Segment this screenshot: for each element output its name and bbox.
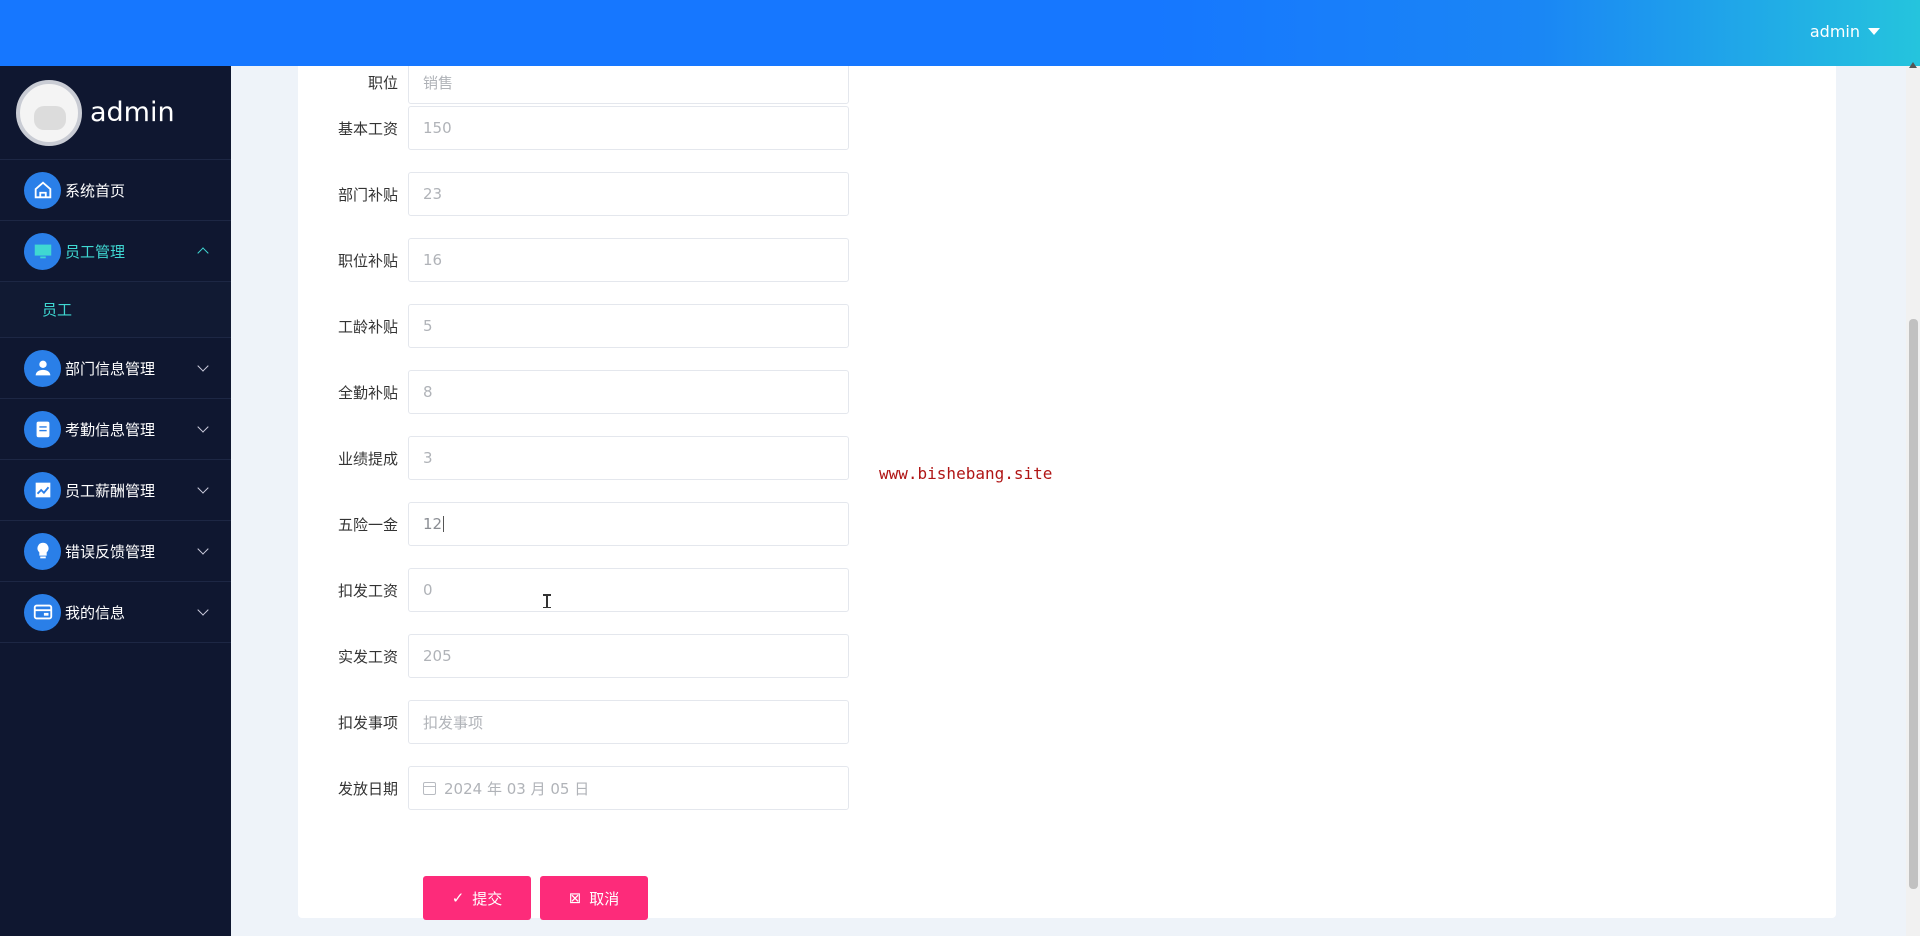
form-row-deduction: 扣发工资 0 — [298, 568, 849, 612]
check-icon: ✓ — [451, 889, 465, 907]
avatar — [16, 79, 82, 146]
pay-date-value: 2024 年 03 月 05 日 — [444, 779, 590, 798]
attendance-allowance-field[interactable]: 8 — [408, 370, 849, 414]
form-row-pay-date: 发放日期 2024 年 03 月 05 日 — [298, 766, 849, 810]
position-field[interactable]: 销售 — [408, 60, 849, 104]
watermark-text: www.bishebang.site — [879, 464, 1053, 483]
sidebar-subitem-label: 员工 — [42, 301, 73, 319]
sidebar-item-feedback[interactable]: 错误反馈管理 — [0, 521, 231, 582]
field-label: 职位补贴 — [337, 251, 398, 270]
salary-form-card: 职位 销售 基本工资 150 部门补贴 23 职位补贴 16 工龄补贴 5 全勤… — [298, 40, 1836, 920]
deduction-reason-field[interactable]: 扣发事项 — [408, 700, 849, 744]
pay-date-field[interactable]: 2024 年 03 月 05 日 — [408, 766, 849, 810]
chevron-down-icon — [197, 543, 209, 555]
form-row-commission: 业绩提成 3 — [298, 436, 849, 480]
sidebar-item-employee-management[interactable]: 员工管理 — [0, 221, 231, 282]
sidebar-item-my-info[interactable]: 我的信息 — [0, 582, 231, 643]
sidebar-username: admin — [90, 97, 175, 128]
text-caret — [443, 516, 445, 532]
sidebar-item-label: 考勤信息管理 — [65, 420, 156, 439]
chevron-down-icon — [197, 482, 209, 494]
sidebar-subitem-employee[interactable]: 员工 — [0, 282, 231, 338]
form-row-base-salary: 基本工资 150 — [298, 106, 849, 150]
cancel-label: 取消 — [589, 889, 620, 908]
field-label: 基本工资 — [337, 119, 398, 138]
submit-label: 提交 — [472, 889, 503, 908]
chart-icon — [24, 471, 61, 509]
sidebar-item-label: 我的信息 — [65, 603, 126, 622]
form-row-net-salary: 实发工资 205 — [298, 634, 849, 678]
seniority-allowance-field[interactable]: 5 — [408, 304, 849, 348]
sidebar-header: admin — [0, 66, 231, 160]
sidebar: admin 系统首页 员工管理 员工 部门信息管理 考勤信息管理 员工薪酬管理 … — [0, 66, 231, 936]
field-label: 工龄补贴 — [337, 317, 398, 336]
sidebar-item-label: 员工管理 — [65, 242, 126, 261]
scrollbar-thumb[interactable] — [1909, 319, 1918, 889]
position-allowance-field[interactable]: 16 — [408, 238, 849, 282]
sidebar-item-label: 员工薪酬管理 — [65, 481, 156, 500]
user-menu[interactable]: admin — [1810, 22, 1880, 41]
scroll-up-arrow-icon[interactable] — [1909, 62, 1917, 68]
calendar-icon — [423, 781, 436, 795]
sidebar-item-label: 系统首页 — [65, 181, 126, 200]
clipboard-icon — [24, 410, 61, 448]
form-row-deduction-reason: 扣发事项 扣发事项 — [298, 700, 849, 744]
insurance-value: 12 — [423, 515, 443, 533]
field-label: 发放日期 — [337, 779, 398, 798]
form-row-seniority-allowance: 工龄补贴 5 — [298, 304, 849, 348]
sidebar-item-attendance[interactable]: 考勤信息管理 — [0, 399, 231, 460]
field-label: 五险一金 — [337, 515, 398, 534]
card-icon — [24, 593, 61, 631]
base-salary-field[interactable]: 150 — [408, 106, 849, 150]
bulb-icon — [24, 532, 61, 570]
form-row-attendance-allowance: 全勤补贴 8 — [298, 370, 849, 414]
net-salary-field[interactable]: 205 — [408, 634, 849, 678]
top-bar: admin — [0, 0, 1920, 66]
sidebar-item-label: 部门信息管理 — [65, 359, 156, 378]
dept-allowance-field[interactable]: 23 — [408, 172, 849, 216]
deduction-field[interactable]: 0 — [408, 568, 849, 612]
field-label: 职位 — [367, 73, 398, 92]
close-box-icon: ⊠ — [568, 889, 582, 907]
caret-down-icon — [1868, 28, 1880, 35]
ibeam-cursor-icon — [543, 594, 551, 608]
scrollbar[interactable] — [1906, 66, 1920, 936]
submit-button[interactable]: ✓ 提交 — [423, 876, 531, 920]
user-name: admin — [1809, 22, 1860, 41]
field-label: 扣发事项 — [337, 713, 398, 732]
chevron-down-icon — [197, 604, 209, 616]
cancel-button[interactable]: ⊠ 取消 — [540, 876, 648, 920]
form-row-dept-allowance: 部门补贴 23 — [298, 172, 849, 216]
sidebar-item-department[interactable]: 部门信息管理 — [0, 338, 231, 399]
chevron-up-icon — [197, 247, 209, 259]
form-row-insurance: 五险一金 12 — [298, 502, 849, 546]
monitor-icon — [24, 232, 61, 270]
form-row-position-allowance: 职位补贴 16 — [298, 238, 849, 282]
chevron-down-icon — [197, 360, 209, 372]
chevron-down-icon — [197, 421, 209, 433]
sidebar-item-salary[interactable]: 员工薪酬管理 — [0, 460, 231, 521]
person-icon — [24, 349, 61, 387]
field-label: 业绩提成 — [337, 449, 398, 468]
commission-field[interactable]: 3 — [408, 436, 849, 480]
field-label: 部门补贴 — [337, 185, 398, 204]
sidebar-item-home[interactable]: 系统首页 — [0, 160, 231, 221]
home-icon — [24, 171, 61, 209]
insurance-field[interactable]: 12 — [408, 502, 849, 546]
field-label: 全勤补贴 — [337, 383, 398, 402]
field-label: 扣发工资 — [337, 581, 398, 600]
field-label: 实发工资 — [337, 647, 398, 666]
sidebar-item-label: 错误反馈管理 — [65, 542, 156, 561]
form-row-position: 职位 销售 — [298, 60, 849, 104]
